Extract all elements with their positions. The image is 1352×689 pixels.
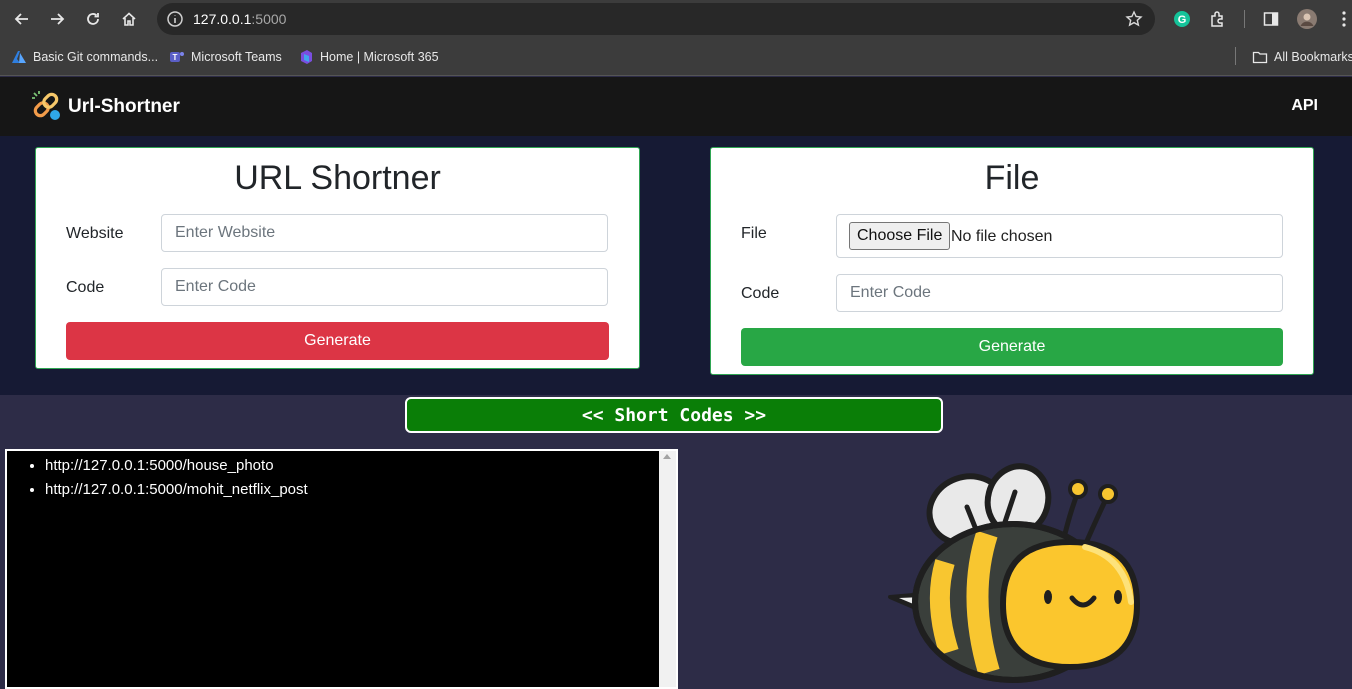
site-navbar: Url-Shortner API [0, 77, 1352, 136]
url-shortner-card: URL Shortner Website Enter Website Code … [35, 147, 640, 369]
browser-toolbar: 127.0.0.1:5000 G [0, 0, 1352, 37]
code-label: Code [66, 279, 105, 296]
scroll-up-arrow-icon[interactable] [663, 454, 671, 459]
bookmarks-bar: Basic Git commands... T Microsoft Teams … [0, 37, 1352, 76]
more-menu-icon[interactable] [1334, 9, 1352, 29]
bookmark-git-commands[interactable]: Basic Git commands... [11, 48, 158, 66]
file-card: File File Choose File No file chosen Cod… [710, 147, 1314, 375]
address-bar[interactable]: 127.0.0.1:5000 [157, 3, 1155, 35]
file-generate-button[interactable]: Generate [741, 328, 1283, 366]
back-arrow-icon[interactable] [12, 9, 32, 29]
side-panel-icon[interactable] [1261, 9, 1281, 29]
site-info-icon[interactable] [166, 10, 184, 28]
url-card-title: URL Shortner [234, 159, 441, 197]
svg-text:T: T [173, 53, 178, 62]
website-input[interactable]: Enter Website [161, 214, 608, 252]
bookmark-microsoft-365[interactable]: Home | Microsoft 365 [298, 48, 439, 66]
url-code-input[interactable]: Enter Code [161, 268, 608, 306]
bookmark-star-icon[interactable] [1125, 10, 1143, 28]
folder-icon [1252, 49, 1268, 65]
list-item[interactable]: http://127.0.0.1:5000/house_photo [45, 454, 308, 478]
svg-text:G: G [1178, 14, 1187, 26]
toolbar-divider [1244, 10, 1245, 28]
file-card-title: File [984, 159, 1040, 197]
profile-avatar[interactable] [1297, 9, 1317, 29]
extensions-icon[interactable] [1208, 9, 1228, 29]
bee-illustration [885, 462, 1145, 684]
bookmark-microsoft-teams[interactable]: T Microsoft Teams [169, 48, 282, 66]
azure-devops-icon [11, 49, 27, 65]
choose-file-button[interactable]: Choose File [849, 222, 951, 250]
forms-section: URL Shortner Website Enter Website Code … [0, 136, 1352, 395]
short-codes-list[interactable]: http://127.0.0.1:5000/house_photo http:/… [5, 449, 678, 689]
short-codes-header[interactable]: << Short Codes >> [405, 397, 943, 433]
file-label: File [741, 225, 767, 242]
list-scrollbar[interactable] [659, 451, 676, 687]
file-code-label: Code [741, 285, 780, 302]
forward-arrow-icon[interactable] [47, 9, 67, 29]
home-icon[interactable] [119, 9, 139, 29]
website-label: Website [66, 225, 124, 242]
list-item[interactable]: http://127.0.0.1:5000/mohit_netflix_post [45, 478, 308, 502]
all-bookmarks-folder[interactable]: All Bookmarks [1252, 48, 1352, 66]
no-file-chosen-text: No file chosen [951, 228, 1053, 245]
bookmarks-divider [1235, 47, 1236, 65]
file-input[interactable]: Choose File No file chosen [836, 214, 1283, 258]
grammarly-icon[interactable]: G [1172, 9, 1192, 29]
brand-link[interactable]: Url-Shortner [30, 89, 180, 126]
brand-name: Url-Shortner [68, 96, 180, 117]
teams-icon: T [169, 49, 185, 65]
url-generate-button[interactable]: Generate [66, 322, 609, 360]
file-code-input[interactable]: Enter Code [836, 274, 1283, 312]
url-text: 127.0.0.1:5000 [193, 11, 287, 27]
reload-icon[interactable] [83, 9, 103, 29]
api-link[interactable]: API [1291, 97, 1318, 115]
link-logo-icon [30, 89, 62, 126]
microsoft-365-icon [298, 49, 314, 65]
